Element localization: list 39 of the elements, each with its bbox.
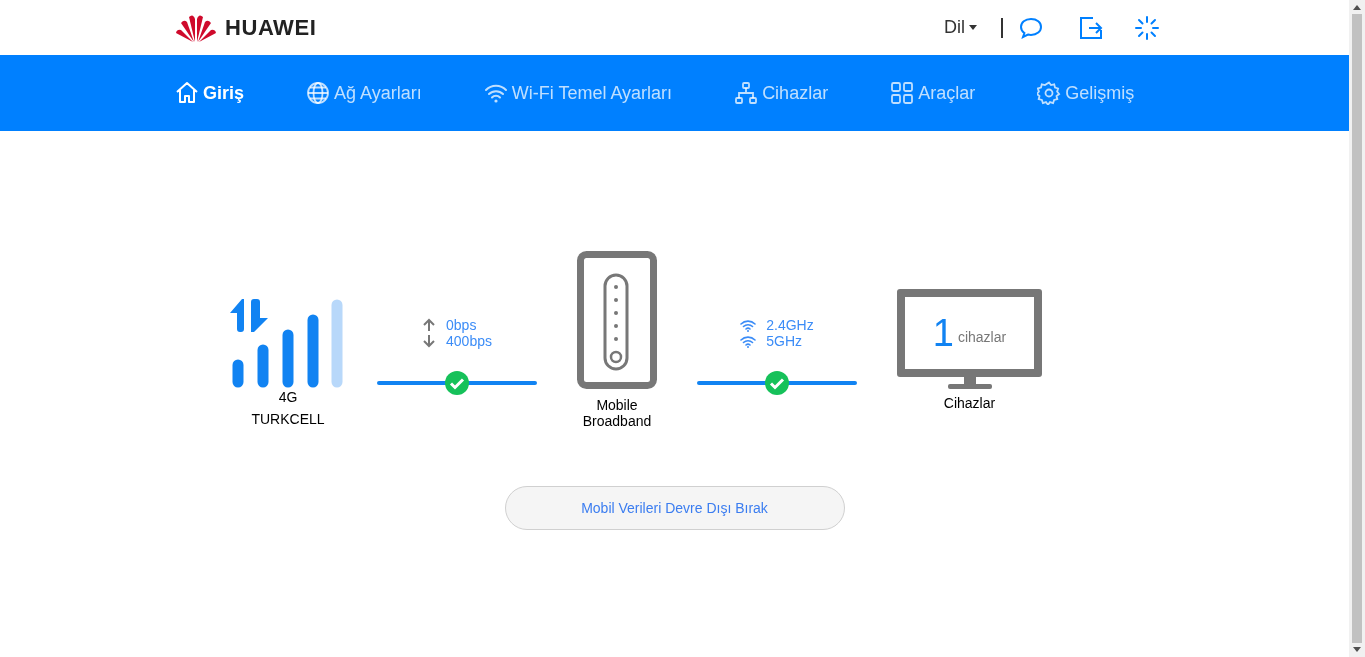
download-speed: 400bps [446, 333, 492, 349]
operator-name: TURKCELL [251, 410, 325, 429]
up-arrow-icon [422, 318, 437, 332]
logout-icon[interactable] [1079, 15, 1103, 40]
globe-icon [306, 81, 331, 105]
chat-bubble-icon[interactable] [1019, 16, 1043, 39]
device-count-unit: cihazlar [957, 327, 1007, 347]
wifi-icon [740, 334, 757, 348]
nav-tab[interactable]: Wi-Fi Temel Ayarları [483, 79, 673, 107]
home-icon [175, 81, 199, 105]
router-icon [577, 251, 657, 391]
wifi-band-label: 2.4GHz [766, 317, 814, 333]
wifi-icon [740, 318, 757, 332]
language-dropdown[interactable]: Dil [944, 14, 977, 41]
nav-tab[interactable]: Araçlar [890, 79, 976, 107]
nav-tab[interactable]: Cihazlar [734, 79, 829, 107]
loading-spinner-icon [1135, 15, 1159, 40]
wifi-band-label: 5GHz [766, 333, 803, 349]
brand-name: HUAWEI [225, 14, 317, 42]
down-arrow-icon [422, 334, 437, 348]
scrollbar[interactable] [1349, 0, 1365, 657]
nav-tab[interactable]: Giriş [175, 79, 245, 107]
devices-label: Cihazlar [943, 394, 996, 413]
scrollbar-thumb[interactable] [1352, 14, 1362, 643]
disable-mobile-data-button[interactable]: Mobil Verileri Devre Dışı Bırak [504, 486, 845, 530]
flower-logo-icon [175, 12, 217, 43]
network-tree-icon [734, 81, 759, 105]
router-label: Mobile Broadband [581, 397, 653, 429]
settings-icon [1037, 81, 1062, 105]
caret-icon [969, 25, 977, 30]
upload-speed: 0bps [446, 317, 477, 333]
grid-tiles-icon [890, 81, 915, 105]
scroll-down-icon[interactable] [1353, 647, 1361, 653]
scroll-up-icon[interactable] [1353, 4, 1361, 10]
signal-strength-icon [230, 299, 346, 389]
nav-tab[interactable]: Gelişmiş [1037, 79, 1135, 107]
nav-tab[interactable]: Ağ Ayarları [306, 79, 422, 107]
device-count: 1 [932, 314, 954, 352]
network-type: 4G [278, 389, 298, 405]
